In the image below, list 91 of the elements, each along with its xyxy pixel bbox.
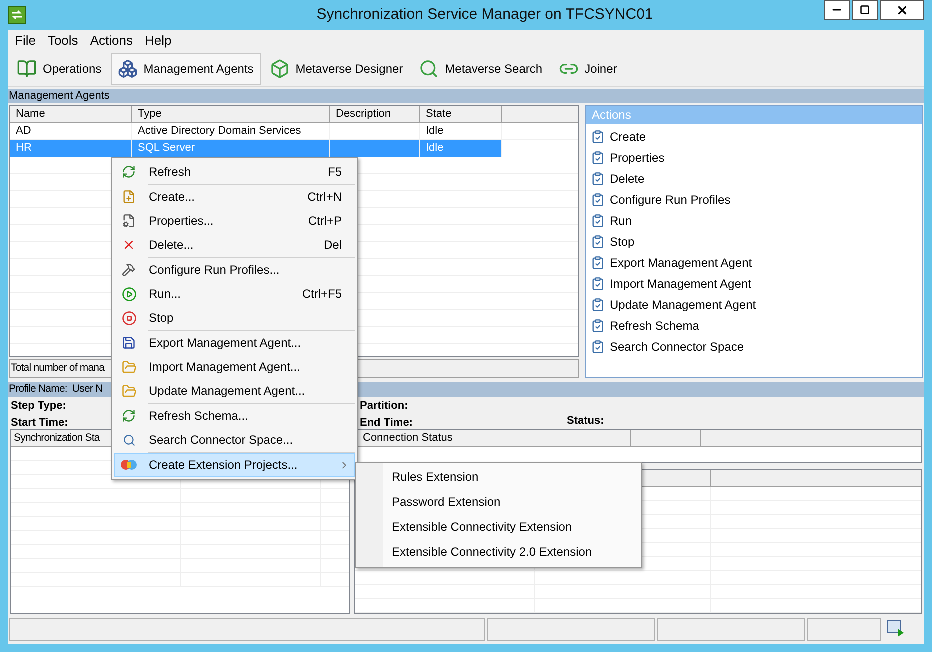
action-item[interactable]: Properties <box>586 147 922 168</box>
tools-icon <box>122 263 136 277</box>
toolbar-button[interactable]: Operations <box>10 52 109 84</box>
status-label: Status: <box>567 414 604 428</box>
step-type-label: Step Type: <box>11 399 66 414</box>
sync-status-icon <box>886 618 906 638</box>
table-cell: AD <box>16 125 32 137</box>
context-menu-item[interactable]: Refresh Schema... <box>114 404 355 428</box>
partition-label: Partition: <box>360 399 408 414</box>
context-menu-item[interactable]: Configure Run Profiles... <box>114 258 355 282</box>
table-cell: HR <box>16 142 32 154</box>
column-header[interactable]: Type <box>132 106 330 122</box>
submenu-item[interactable]: Extensible Connectivity 2.0 Extension <box>383 540 612 565</box>
clipboard-check-icon <box>591 256 605 270</box>
cube-icon <box>270 58 290 78</box>
folder-icon <box>122 360 136 374</box>
section-header: Management Agents <box>8 89 924 103</box>
new-file-icon <box>122 190 136 204</box>
clipboard-check-icon <box>591 298 605 312</box>
table-cell: Idle <box>426 125 444 137</box>
toolbar-button[interactable]: Management Agents <box>110 52 261 84</box>
play-icon <box>122 286 136 302</box>
clipboard-check-icon <box>591 340 605 354</box>
minimize-button[interactable] <box>824 0 850 20</box>
menu-item[interactable]: Actions <box>85 30 138 50</box>
toolbar-button[interactable]: Metaverse Search <box>412 52 550 84</box>
close-button[interactable] <box>880 0 924 20</box>
context-menu-item[interactable]: Properties... Ctrl+P <box>114 209 355 233</box>
action-item[interactable]: Create <box>586 126 922 147</box>
window-title: Synchronization Service Manager on TFCSYNC01 <box>316 4 654 25</box>
table-cell: SQL Server <box>138 142 196 154</box>
profile-value: User N <box>72 382 103 397</box>
action-item[interactable]: Stop <box>586 231 922 252</box>
action-item[interactable]: Delete <box>586 168 922 189</box>
column-header[interactable]: State <box>420 106 502 122</box>
menu-item[interactable]: Help <box>140 30 177 50</box>
context-menu-item[interactable]: Stop <box>114 306 355 330</box>
properties-icon <box>122 214 136 228</box>
profile-label: Profile Name: <box>9 382 68 397</box>
context-menu-item[interactable]: Refresh F5 <box>114 160 355 184</box>
action-item[interactable]: Export Management Agent <box>586 252 922 273</box>
agents-icon <box>118 58 138 78</box>
context-menu-item[interactable]: Run... Ctrl+F5 <box>114 282 355 306</box>
action-item[interactable]: Import Management Agent <box>586 273 922 294</box>
delete-icon <box>122 238 136 252</box>
context-menu-item[interactable]: Import Management Agent... <box>114 355 355 379</box>
action-item[interactable]: Refresh Schema <box>586 315 922 336</box>
action-item[interactable]: Search Connector Space <box>586 336 922 357</box>
app-icon <box>8 6 26 24</box>
action-item[interactable]: Run <box>586 210 922 231</box>
search-icon <box>122 434 136 446</box>
submenu-item[interactable]: Extensible Connectivity Extension <box>383 515 612 540</box>
submenu-item[interactable]: Rules Extension <box>383 465 612 490</box>
context-menu-item[interactable]: Export Management Agent... <box>114 331 355 355</box>
book-icon <box>17 58 37 78</box>
menu-item[interactable]: File <box>10 30 41 50</box>
toolbar-button[interactable]: Metaverse Designer <box>262 52 410 84</box>
clipboard-check-icon <box>591 130 605 144</box>
actions-header: Actions <box>586 106 922 124</box>
context-menu-item[interactable]: Create Extension Projects... <box>114 453 355 477</box>
clipboard-check-icon <box>591 276 605 290</box>
action-item[interactable]: Update Management Agent <box>586 294 922 315</box>
maximize-button[interactable] <box>852 0 878 20</box>
context-menu-item[interactable]: Delete... Del <box>114 233 355 257</box>
close-icon <box>896 4 908 16</box>
clipboard-check-icon <box>591 214 605 228</box>
colored-loop-icon <box>120 459 138 471</box>
start-time-label: Start Time: <box>11 416 68 430</box>
maximize-icon <box>860 5 870 15</box>
status-text: Total number of mana <box>11 360 105 376</box>
context-menu-item[interactable]: Update Management Agent... <box>114 379 355 403</box>
folder-icon <box>122 384 136 398</box>
column-header[interactable]: Description <box>330 106 420 122</box>
refresh-icon <box>122 165 136 179</box>
search-icon <box>419 58 440 78</box>
clipboard-check-icon <box>591 192 605 206</box>
clipboard-check-icon <box>591 234 605 248</box>
table-cell: Idle <box>426 142 444 154</box>
clipboard-check-icon <box>591 172 605 186</box>
action-item[interactable]: Configure Run Profiles <box>586 189 922 210</box>
stop-icon <box>122 310 136 326</box>
clipboard-check-icon <box>591 318 605 332</box>
column-header[interactable]: Name <box>10 106 132 122</box>
refresh-icon <box>122 409 136 423</box>
submenu-item[interactable]: Password Extension <box>383 490 612 515</box>
end-time-label: End Time: <box>360 416 413 430</box>
table-cell: Active Directory Domain Services <box>138 125 302 137</box>
context-menu-item[interactable]: Create... Ctrl+N <box>114 185 355 209</box>
toolbar-button[interactable]: Joiner <box>552 52 624 84</box>
menu-item[interactable]: Tools <box>42 30 84 50</box>
clipboard-check-icon <box>591 150 605 164</box>
